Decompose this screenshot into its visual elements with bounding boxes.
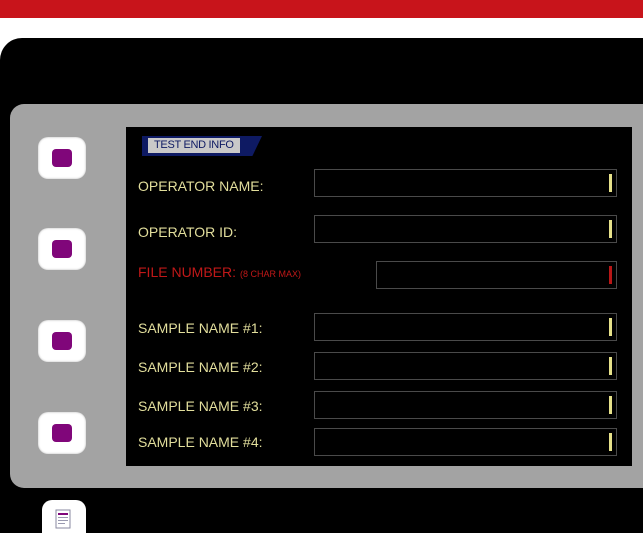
operator-id-label: OPERATOR ID: (138, 223, 237, 241)
file-number-label-text: FILE NUMBER: (138, 264, 237, 280)
sample-name-4-label-text: SAMPLE NAME #4: (138, 434, 263, 450)
sample-name-2-label: SAMPLE NAME #2: (138, 358, 263, 376)
file-number-limit-note: (8 CHAR MAX) (240, 269, 302, 279)
square-icon (52, 149, 72, 167)
file-number-label: FILE NUMBER: (8 CHAR MAX) (138, 263, 301, 283)
section-title: TEST END INFO (148, 138, 240, 153)
document-button[interactable] (42, 500, 86, 533)
side-button-4[interactable] (38, 412, 86, 454)
side-button-1[interactable] (38, 137, 86, 179)
top-red-bar (0, 0, 643, 18)
sample-name-1-input[interactable] (314, 313, 617, 341)
operator-id-label-text: OPERATOR ID: (138, 224, 238, 240)
text-cursor (609, 357, 612, 375)
sample-name-3-label: SAMPLE NAME #3: (138, 397, 263, 415)
operator-name-label: OPERATOR NAME: (138, 177, 264, 195)
text-cursor (609, 433, 612, 451)
sample-name-2-label-text: SAMPLE NAME #2: (138, 359, 263, 375)
sample-name-3-label-text: SAMPLE NAME #3: (138, 398, 263, 414)
sample-name-1-label: SAMPLE NAME #1: (138, 319, 263, 337)
text-cursor (609, 318, 612, 336)
sample-name-2-input[interactable] (314, 352, 617, 380)
file-number-input[interactable] (376, 261, 617, 289)
sample-name-4-label: SAMPLE NAME #4: (138, 433, 263, 451)
sample-name-1-label-text: SAMPLE NAME #1: (138, 320, 263, 336)
text-cursor (609, 220, 612, 238)
operator-name-label-text: OPERATOR NAME: (138, 178, 264, 194)
top-white-strip (0, 18, 643, 38)
square-icon (52, 240, 72, 258)
square-icon (52, 332, 72, 350)
operator-id-input[interactable] (314, 215, 617, 243)
document-icon (55, 509, 71, 529)
side-button-2[interactable] (38, 228, 86, 270)
section-tab: TEST END INFO (142, 136, 266, 156)
text-cursor (609, 396, 612, 414)
operator-name-input[interactable] (314, 169, 617, 197)
sample-name-3-input[interactable] (314, 391, 617, 419)
square-icon (52, 424, 72, 442)
text-cursor (609, 266, 612, 284)
sample-name-4-input[interactable] (314, 428, 617, 456)
side-button-3[interactable] (38, 320, 86, 362)
text-cursor (609, 174, 612, 192)
